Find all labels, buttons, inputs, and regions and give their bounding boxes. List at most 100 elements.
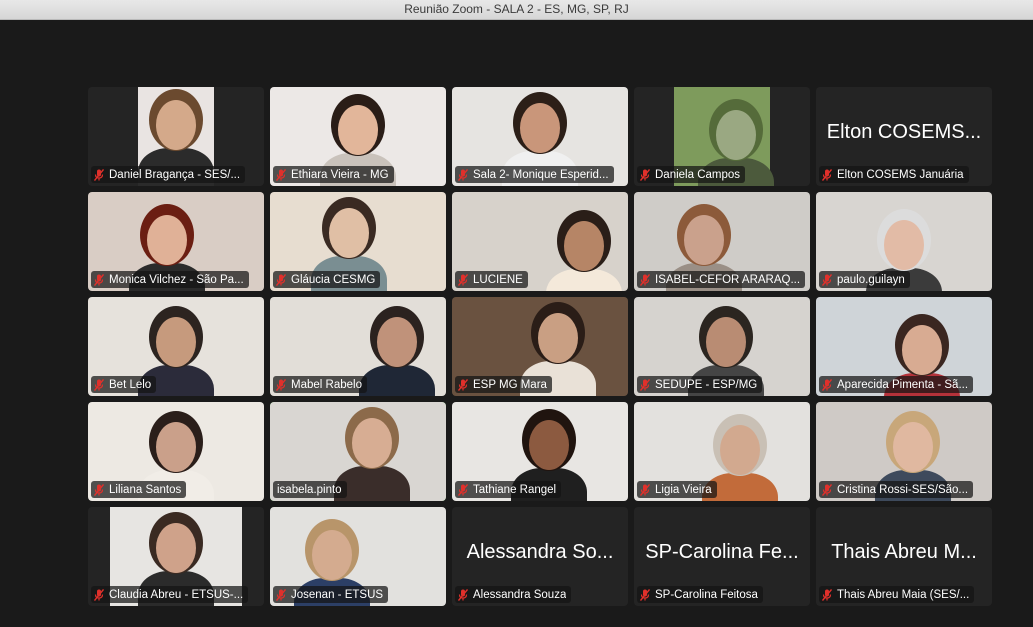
participant-tile[interactable]: Sala 2- Monique Esperid...: [452, 87, 628, 186]
participant-name: Ligia Vieira: [655, 483, 712, 496]
muted-mic-icon: [822, 273, 832, 286]
participant-tile[interactable]: ISABEL-CEFOR ARARAQ...: [634, 192, 810, 291]
participant-tile[interactable]: Ethiara Vieira - MG: [270, 87, 446, 186]
participant-name-tag: Bet Lelo: [91, 376, 157, 393]
muted-mic-icon: [94, 168, 104, 181]
participant-tile[interactable]: Mabel Rabelo: [270, 297, 446, 396]
muted-mic-icon: [822, 483, 832, 496]
participant-tile[interactable]: Bet Lelo: [88, 297, 264, 396]
muted-mic-icon: [276, 378, 286, 391]
participant-tile[interactable]: Ligia Vieira: [634, 402, 810, 501]
participant-name-tag: Monica Vilchez - São Pa...: [91, 271, 249, 288]
muted-mic-icon: [458, 378, 468, 391]
participant-name: Bet Lelo: [109, 378, 152, 391]
participant-name-tag: Mabel Rabelo: [273, 376, 367, 393]
participant-name-tag: Liliana Santos: [91, 481, 187, 498]
participant-name-tag: Gláucia CESMG: [273, 271, 381, 288]
muted-mic-icon: [94, 588, 104, 601]
participant-display-name: SP-Carolina Fe...: [645, 541, 799, 563]
participant-name-tag: Alessandra Souza: [455, 586, 572, 603]
muted-mic-icon: [822, 168, 832, 181]
participant-name: Daniela Campos: [655, 168, 741, 181]
participant-name-tag: LUCIENE: [455, 271, 528, 288]
participant-name-tag: Sala 2- Monique Esperid...: [455, 166, 614, 183]
participant-name-tag: Cristina Rossi-SES/São...: [819, 481, 974, 498]
participant-tile[interactable]: Thais Abreu M... Thais Abreu Maia (SES/..…: [816, 507, 992, 606]
muted-mic-icon: [640, 378, 650, 391]
participant-name-tag: ESP MG Mara: [455, 376, 552, 393]
participant-name: Josenan - ETSUS: [291, 588, 384, 601]
participant-display-name: Elton COSEMS...: [826, 121, 982, 143]
participant-name-tag: SP-Carolina Feitosa: [637, 586, 763, 603]
participant-display-name: Thais Abreu M...: [831, 541, 977, 563]
participant-tile[interactable]: Liliana Santos: [88, 402, 264, 501]
participant-name: Daniel Bragança - SES/...: [109, 168, 241, 181]
participant-tile[interactable]: Aparecida Pimenta - Sã...: [816, 297, 992, 396]
gallery-view: Daniel Bragança - SES/... Ethiara Vieira …: [88, 87, 992, 606]
participant-tile[interactable]: Alessandra So... Alessandra Souza: [452, 507, 628, 606]
muted-mic-icon: [94, 273, 104, 286]
participant-name-tag: Thais Abreu Maia (SES/...: [819, 586, 975, 603]
muted-mic-icon: [458, 273, 468, 286]
participant-name: Alessandra Souza: [473, 588, 567, 601]
participant-name-tag: ISABEL-CEFOR ARARAQ...: [637, 271, 806, 288]
window-titlebar: Reunião Zoom - SALA 2 - ES, MG, SP, RJ: [0, 0, 1033, 20]
participant-name: Thais Abreu Maia (SES/...: [837, 588, 970, 601]
participant-tile[interactable]: SP-Carolina Fe... SP-Carolina Feitosa: [634, 507, 810, 606]
muted-mic-icon: [822, 378, 832, 391]
participant-name: Mabel Rabelo: [291, 378, 362, 391]
muted-mic-icon: [458, 588, 468, 601]
participant-tile[interactable]: SEDUPE - ESP/MG: [634, 297, 810, 396]
participant-name: isabela.pinto: [277, 483, 342, 496]
participant-name-tag: Ligia Vieira: [637, 481, 717, 498]
participant-tile[interactable]: Claudia Abreu - ETSUS-...: [88, 507, 264, 606]
participant-name: LUCIENE: [473, 273, 523, 286]
participant-tile[interactable]: Monica Vilchez - São Pa...: [88, 192, 264, 291]
participant-tile[interactable]: Tathiane Rangel: [452, 402, 628, 501]
participant-name: ISABEL-CEFOR ARARAQ...: [655, 273, 801, 286]
participant-name: Cristina Rossi-SES/São...: [837, 483, 969, 496]
participant-tile[interactable]: Gláucia CESMG: [270, 192, 446, 291]
participant-tile[interactable]: paulo.guilayn: [816, 192, 992, 291]
participant-name-tag: Daniel Bragança - SES/...: [91, 166, 246, 183]
participant-name-tag: Ethiara Vieira - MG: [273, 166, 394, 183]
participant-name: Monica Vilchez - São Pa...: [109, 273, 244, 286]
muted-mic-icon: [458, 483, 468, 496]
muted-mic-icon: [276, 273, 286, 286]
participant-name-tag: Elton COSEMS Januária: [819, 166, 969, 183]
participant-name: Elton COSEMS Januária: [837, 168, 964, 181]
participant-name: SP-Carolina Feitosa: [655, 588, 758, 601]
participant-name-tag: Josenan - ETSUS: [273, 586, 389, 603]
muted-mic-icon: [276, 588, 286, 601]
participant-name: Sala 2- Monique Esperid...: [473, 168, 609, 181]
participant-name: paulo.guilayn: [837, 273, 905, 286]
participant-display-name: Alessandra So...: [466, 541, 614, 563]
participant-tile[interactable]: Daniel Bragança - SES/...: [88, 87, 264, 186]
participant-name: Gláucia CESMG: [291, 273, 376, 286]
participant-name-tag: Tathiane Rangel: [455, 481, 562, 498]
muted-mic-icon: [640, 483, 650, 496]
participant-name-tag: Claudia Abreu - ETSUS-...: [91, 586, 249, 603]
muted-mic-icon: [276, 168, 286, 181]
muted-mic-icon: [94, 483, 104, 496]
participant-name-tag: paulo.guilayn: [819, 271, 910, 288]
window-title: Reunião Zoom - SALA 2 - ES, MG, SP, RJ: [404, 2, 629, 16]
participant-name-tag: Aparecida Pimenta - Sã...: [819, 376, 974, 393]
participant-tile[interactable]: isabela.pinto: [270, 402, 446, 501]
muted-mic-icon: [640, 273, 650, 286]
participant-tile[interactable]: Elton COSEMS... Elton COSEMS Januária: [816, 87, 992, 186]
participant-tile[interactable]: Cristina Rossi-SES/São...: [816, 402, 992, 501]
participant-tile[interactable]: Josenan - ETSUS: [270, 507, 446, 606]
participant-tile[interactable]: ESP MG Mara: [452, 297, 628, 396]
participant-tile[interactable]: LUCIENE: [452, 192, 628, 291]
participant-name: Tathiane Rangel: [473, 483, 557, 496]
muted-mic-icon: [640, 588, 650, 601]
participant-name: Claudia Abreu - ETSUS-...: [109, 588, 244, 601]
muted-mic-icon: [458, 168, 468, 181]
participant-name-tag: Daniela Campos: [637, 166, 746, 183]
participant-tile[interactable]: Daniela Campos: [634, 87, 810, 186]
participant-name: Liliana Santos: [109, 483, 182, 496]
participant-name: SEDUPE - ESP/MG: [655, 378, 758, 391]
participant-name-tag: SEDUPE - ESP/MG: [637, 376, 763, 393]
participant-name: ESP MG Mara: [473, 378, 547, 391]
